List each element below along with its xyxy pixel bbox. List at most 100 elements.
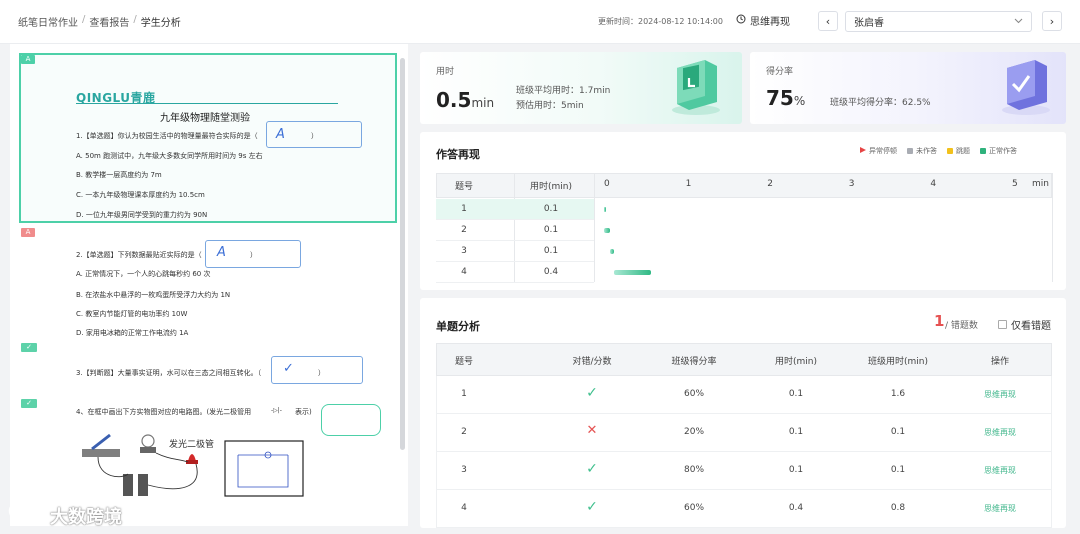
analysis-row-class-rate: 60%	[683, 389, 705, 399]
only-wrong-checkbox[interactable]: 仅看错题	[998, 317, 1051, 332]
replay-time-bar[interactable]	[604, 228, 610, 233]
timeline-unit: min	[1032, 179, 1049, 189]
watermark-text: 大数跨境	[50, 506, 122, 528]
answer-sheet-scrollbar[interactable]	[400, 58, 405, 450]
class-average-score: 班级平均得分率：62.5%	[830, 98, 931, 108]
wechat-logo-icon	[8, 500, 44, 531]
replay-time-bar[interactable]	[604, 207, 606, 212]
analysis-row: 3 ✓ 80% 0.1 0.1 思维再现	[436, 452, 1052, 490]
replay-row-question: 1	[461, 204, 467, 214]
replay-row-question: 2	[461, 225, 467, 235]
thinking-replay-link[interactable]: 思维再现	[984, 427, 1016, 438]
score-label: 得分率	[766, 67, 794, 77]
timeline-tick-label: 2	[767, 179, 773, 189]
analysis-row: 4 ✓ 60% 0.4 0.8 思维再现	[436, 490, 1052, 528]
analysis-row-time: 0.1	[788, 389, 804, 399]
analysis-row-class-rate: 60%	[683, 503, 705, 513]
question-2-option-a: A. 正常情况下，一个人的心跳每秒约 60 次	[76, 270, 211, 278]
question-4-answer-box	[321, 404, 381, 436]
correct-check-icon: ✓	[586, 499, 598, 515]
analysis-col-time: 用时(min)	[775, 357, 817, 367]
answer-replay-title: 作答再现	[436, 148, 480, 161]
question-3-tag: ✓	[21, 343, 37, 352]
clock-illustration-icon	[672, 60, 720, 115]
replay-row-time: 0.1	[543, 204, 559, 214]
time-value: 0.5min	[436, 88, 495, 112]
timeline-tick-label: 5	[1012, 179, 1018, 189]
replay-legend: 异常停顿 未作答 跳题 正常作答	[860, 146, 1017, 156]
prev-student-button[interactable]: ‹	[818, 11, 838, 31]
replay-row-time: 0.4	[543, 267, 559, 277]
question-2-option-d: D. 家用电冰箱的正常工作电流约 1A	[76, 329, 189, 337]
wrong-count-label: / 错题数	[945, 321, 978, 331]
question-2-stem: 2.【单选题】下列数据最贴近实际的是（	[76, 251, 202, 259]
question-1-option-a: A. 50m 跑测试中，九年级大多数女同学所用时间为 9s 左右	[76, 152, 263, 160]
timeline-tick-label: 4	[930, 179, 937, 189]
correct-check-icon: ✓	[586, 461, 598, 477]
time-label: 用时	[436, 67, 455, 77]
analysis-row-class-rate: 80%	[683, 465, 705, 475]
timeline-tick-label: 0	[604, 179, 610, 189]
thinking-replay-link[interactable]: 思维再现	[984, 465, 1016, 476]
analysis-row-time: 0.4	[788, 503, 804, 513]
thinking-replay-link[interactable]: 思维再现	[984, 389, 1016, 400]
replay-row-question: 4	[461, 267, 467, 277]
exam-title: 九年级物理随堂测验	[160, 113, 250, 124]
wrong-cross-icon: ✕	[586, 423, 598, 438]
breadcrumb-report[interactable]: 查看报告	[89, 14, 129, 29]
analysis-row-time: 0.1	[788, 465, 804, 475]
analysis-row-class-time: 1.6	[890, 389, 906, 399]
analysis-row-class-time: 0.1	[890, 427, 906, 437]
analysis-row-class-rate: 20%	[683, 427, 705, 437]
checkbox-icon[interactable]	[998, 320, 1007, 329]
legend-skipped: 跳题	[947, 146, 970, 156]
analysis-col-correct: 对错/分数	[572, 357, 612, 367]
analysis-row-question: 3	[461, 465, 467, 475]
replay-time-bar[interactable]	[613, 270, 652, 275]
replay-row-time: 0.1	[543, 225, 559, 235]
legend-unanswered: 未作答	[907, 146, 937, 156]
switch-lever	[91, 433, 111, 451]
replay-row-time: 0.1	[543, 246, 559, 256]
analysis-col-class-rate: 班级得分率	[671, 357, 717, 367]
replay-col-time: 用时(min)	[530, 182, 572, 192]
analysis-row-question: 4	[461, 503, 467, 513]
replay-row-question: 3	[461, 246, 467, 256]
question-3-stem: 3.【判断题】大量事实证明，水可以在三态之间相互转化。（	[76, 369, 262, 377]
triangle-right-icon	[860, 147, 866, 155]
battery-2	[138, 474, 148, 496]
thinking-replay-button[interactable]: 思维再现	[736, 13, 790, 28]
checkmark-illustration-icon	[1002, 60, 1050, 115]
question-analysis-title: 单题分析	[436, 320, 480, 333]
question-1-tag: A	[21, 55, 35, 64]
legend-normal: 正常作答	[980, 146, 1017, 156]
breadcrumb-student-analysis: 学生分析	[140, 18, 181, 29]
question-1-handwritten-answer: A	[276, 127, 285, 142]
replay-time-bar[interactable]	[609, 249, 614, 254]
legend-abnormal-pause: 异常停顿	[860, 146, 897, 156]
question-4-tag: ✓	[21, 399, 37, 408]
estimated-time: 预估用时：5min	[516, 101, 584, 111]
question-2-tag: A	[21, 228, 35, 237]
question-1-option-b: B. 教学楼一层高度约为 7m	[76, 171, 162, 179]
question-2-option-c: C. 教室内节能灯管的电功率约 10W	[76, 310, 188, 318]
update-time: 更新时间：2024-08-12 10:14:00	[598, 17, 723, 26]
question-2-handwritten-answer: A	[217, 245, 226, 260]
student-select[interactable]: 张启睿	[845, 11, 1032, 32]
top-bar: 纸笔日常作业 / 查看报告 / 学生分析 更新时间：2024-08-12 10:…	[0, 0, 1080, 44]
correct-check-icon: ✓	[586, 385, 598, 401]
next-student-button[interactable]: ›	[1042, 11, 1062, 31]
led-drawing	[188, 454, 196, 461]
thinking-replay-link[interactable]: 思维再现	[984, 503, 1016, 514]
only-wrong-label: 仅看错题	[1011, 321, 1051, 332]
analysis-col-class-time: 班级用时(min)	[868, 357, 928, 367]
history-icon	[736, 14, 746, 27]
square-icon	[907, 148, 913, 154]
question-4-close: 表示)	[295, 408, 312, 416]
analysis-row-class-time: 0.8	[890, 503, 906, 513]
breadcrumb-homework[interactable]: 纸笔日常作业	[18, 14, 78, 29]
switch-drawing	[82, 449, 120, 457]
replay-col-question: 题号	[454, 182, 473, 192]
battery-1	[123, 474, 133, 496]
question-1-option-c: C. 一本九年级物理课本厚度约为 10.5cm	[76, 191, 205, 199]
